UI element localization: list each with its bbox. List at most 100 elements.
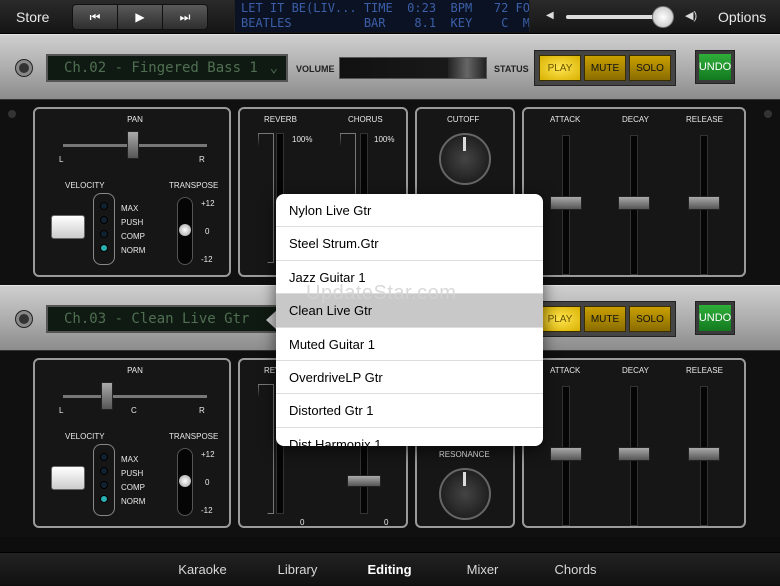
pan-label: PAN: [127, 366, 143, 375]
velocity-option-norm[interactable]: NORM: [121, 246, 145, 255]
undo-label: UNDO: [699, 305, 731, 331]
instrument-selector-1[interactable]: Ch.02 - Fingered Bass 1 ⌄: [46, 54, 288, 82]
velocity-label: VELOCITY: [65, 181, 105, 190]
watermark-text: UpdateStar.com: [306, 282, 457, 304]
mute-button[interactable]: MUTE: [584, 55, 626, 81]
chorus-value: 100%: [374, 135, 395, 144]
reverb-meter: [258, 384, 274, 514]
pan-center-label: C: [131, 406, 137, 415]
release-slider[interactable]: [688, 135, 720, 275]
transpose-thumb[interactable]: [179, 224, 191, 236]
attack-slider[interactable]: [550, 386, 582, 526]
chorus-label: CHORUS: [348, 115, 383, 124]
play-button[interactable]: ▶: [117, 4, 163, 30]
pan-slider[interactable]: [63, 131, 207, 159]
fast-forward-icon: ⏭: [179, 9, 191, 24]
rewind-button[interactable]: ⏮: [72, 4, 118, 30]
tab-karaoke[interactable]: Karaoke: [155, 553, 250, 586]
pan-thumb[interactable]: [101, 382, 113, 410]
velocity-button[interactable]: [51, 466, 85, 490]
knob-pointer: [463, 472, 466, 486]
envelope-panel: ATTACK DECAY RELEASE: [522, 107, 746, 277]
transpose-slider[interactable]: [177, 448, 193, 516]
pan-left-label: L: [59, 155, 64, 164]
release-slider[interactable]: [688, 386, 720, 526]
master-volume-fill: [566, 15, 658, 19]
decay-thumb[interactable]: [618, 196, 650, 210]
pan-thumb[interactable]: [127, 131, 139, 159]
tab-library[interactable]: Library: [250, 553, 345, 586]
tab-editing[interactable]: Editing: [342, 553, 437, 586]
velocity-selector[interactable]: [93, 444, 115, 516]
resonance-knob[interactable]: [439, 468, 491, 520]
instrument-option[interactable]: OverdriveLP Gtr: [276, 361, 543, 395]
channel-settings-icon[interactable]: [16, 311, 32, 327]
velocity-option-norm[interactable]: NORM: [121, 497, 145, 506]
velocity-option-push[interactable]: PUSH: [121, 218, 143, 227]
velocity-option-max[interactable]: MAX: [121, 455, 138, 464]
attack-slider[interactable]: [550, 135, 582, 275]
song-info-display: LET IT BE(LIV... TIME 0:23 BPM 72 FORMAT…: [234, 0, 530, 32]
options-button[interactable]: Options: [718, 9, 766, 25]
channel-volume-slider-1[interactable]: [339, 57, 487, 79]
master-volume-thumb[interactable]: [652, 6, 674, 28]
velocity-selector[interactable]: [93, 193, 115, 265]
led-icon: [100, 230, 108, 238]
fast-forward-button[interactable]: ⏭: [162, 4, 208, 30]
status-buttons-1: PLAY MUTE SOLO: [534, 50, 676, 86]
instrument-option[interactable]: Muted Guitar 1: [276, 328, 543, 361]
led-icon: [100, 467, 108, 475]
undo-button-2[interactable]: UNDO: [695, 301, 735, 335]
velocity-button[interactable]: [51, 215, 85, 239]
velocity-option-push[interactable]: PUSH: [121, 469, 143, 478]
led-icon: [100, 244, 108, 252]
chorus-thumb[interactable]: [347, 475, 381, 487]
release-label: RELEASE: [686, 366, 723, 375]
instrument-option[interactable]: Steel Strum.Gtr: [276, 227, 543, 261]
play-toggle-button[interactable]: PLAY: [539, 55, 581, 81]
velocity-option-comp[interactable]: COMP: [121, 483, 145, 492]
mute-button[interactable]: MUTE: [584, 306, 626, 332]
undo-button-1[interactable]: UNDO: [695, 50, 735, 84]
velocity-option-max[interactable]: MAX: [121, 204, 138, 213]
instrument-option[interactable]: Nylon Live Gtr: [276, 194, 543, 228]
status-buttons-2: PLAY MUTE SOLO: [534, 301, 676, 337]
pan-label: PAN: [127, 115, 143, 124]
master-volume-slider[interactable]: [566, 6, 674, 28]
attack-label: ATTACK: [550, 366, 581, 375]
decay-slider[interactable]: [618, 386, 650, 526]
screw-icon: [8, 110, 16, 118]
transpose-thumb[interactable]: [179, 475, 191, 487]
rewind-icon: ⏮: [89, 9, 101, 24]
reverb-value: 100%: [292, 135, 313, 144]
lcd-line-2: BEATLES BAR 8.1 KEY C MIDI: [241, 16, 530, 30]
velocity-option-comp[interactable]: COMP: [121, 232, 145, 241]
tab-mixer[interactable]: Mixer: [435, 553, 530, 586]
instrument-selector-2[interactable]: Ch.03 - Clean Live Gtr: [46, 305, 278, 333]
solo-button[interactable]: SOLO: [629, 55, 671, 81]
transpose-zero-label: 0: [205, 227, 210, 236]
release-thumb[interactable]: [688, 196, 720, 210]
volume-thumb[interactable]: [448, 58, 486, 78]
pan-right-label: R: [199, 406, 205, 415]
pan-slider[interactable]: [63, 382, 207, 410]
attack-thumb[interactable]: [550, 447, 582, 461]
store-button[interactable]: Store: [16, 9, 49, 25]
tab-chords[interactable]: Chords: [528, 553, 623, 586]
attack-thumb[interactable]: [550, 196, 582, 210]
transpose-slider[interactable]: [177, 197, 193, 265]
decay-slider[interactable]: [618, 135, 650, 275]
instrument-option[interactable]: Distorted Gtr 1: [276, 394, 543, 428]
transpose-label: TRANSPOSE: [169, 181, 219, 190]
pan-velocity-panel: PAN L C R VELOCITY MAX PUSH COMP NORM TR…: [33, 358, 231, 528]
channel-settings-icon[interactable]: [16, 60, 32, 76]
solo-button[interactable]: SOLO: [629, 306, 671, 332]
decay-thumb[interactable]: [618, 447, 650, 461]
instrument-option[interactable]: Dist.Harmonix 1: [276, 428, 543, 446]
release-thumb[interactable]: [688, 447, 720, 461]
cutoff-knob[interactable]: [439, 133, 491, 185]
top-bar: Store ⏮ ▶ ⏭ LET IT BE(LIV... TIME 0:23 B…: [0, 0, 780, 34]
chevron-down-icon: ⌄: [269, 60, 278, 76]
play-toggle-button[interactable]: PLAY: [539, 306, 581, 332]
led-icon: [100, 481, 108, 489]
